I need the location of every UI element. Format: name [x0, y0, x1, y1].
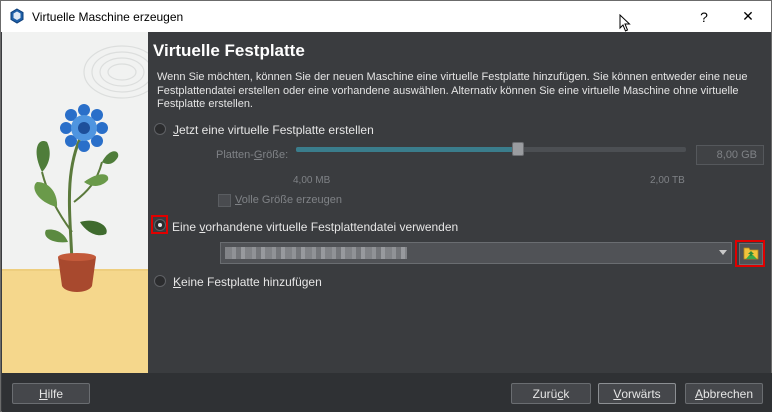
- disk-size-field[interactable]: 8,00 GB: [696, 145, 764, 165]
- existing-disk-select[interactable]: [220, 242, 732, 264]
- close-button[interactable]: ✕: [725, 1, 771, 32]
- use-existing-radio[interactable]: [154, 219, 166, 231]
- disk-size-label: Platten-Größe:: [216, 149, 289, 161]
- choose-file-folder-icon: [743, 246, 759, 263]
- cancel-button[interactable]: Abbrechen: [685, 383, 763, 404]
- full-size-checkbox[interactable]: [218, 194, 231, 207]
- obscured-file-path: [225, 247, 407, 259]
- chevron-down-icon: [719, 250, 727, 255]
- no-disk-radio[interactable]: [154, 275, 166, 287]
- no-disk-label[interactable]: Keine Festplatte hinzufügen: [173, 275, 322, 289]
- wizard-content: Virtuelle Festplatte Wenn Sie möchten, k…: [148, 32, 771, 373]
- create-disk-label[interactable]: Jetzt eine virtuelle Festplatte erstelle…: [173, 123, 374, 137]
- title-bar[interactable]: Virtuelle Maschine erzeugen ? ✕: [1, 1, 771, 32]
- create-disk-radio[interactable]: [154, 123, 166, 135]
- back-button[interactable]: Zurü c k: [511, 383, 591, 404]
- choose-file-button[interactable]: [739, 243, 763, 265]
- full-size-label[interactable]: Volle Größe erzeugen: [235, 194, 342, 206]
- next-button[interactable]: Vorwärts: [598, 383, 676, 404]
- use-existing-label[interactable]: Eine vorhandene virtuelle Festplattendat…: [172, 220, 458, 234]
- help-button[interactable]: Hilfe: [12, 383, 90, 404]
- slider-handle[interactable]: [512, 142, 525, 156]
- page-title: Virtuelle Festplatte: [153, 41, 305, 60]
- button-bar: Hilfe Zurü c k Vorwärts Abbrechen: [2, 373, 772, 412]
- intro-text: Wenn Sie möchten, können Sie der neuen M…: [157, 71, 748, 110]
- window-title: Virtuelle Maschine erzeugen: [32, 10, 184, 24]
- question-icon: ?: [700, 8, 708, 25]
- slider-min-label: 4,00 MB: [293, 175, 331, 186]
- virtualbox-icon: [9, 8, 25, 24]
- dialog-window: Virtuelle Maschine erzeugen ? ✕ Virtuell…: [0, 0, 772, 412]
- wizard-illustration: [2, 32, 148, 373]
- disk-size-slider[interactable]: [296, 147, 686, 152]
- slider-max-label: 2,00 TB: [650, 175, 685, 186]
- slider-fill: [296, 147, 519, 152]
- close-icon: ✕: [742, 8, 754, 24]
- help-title-button[interactable]: ?: [681, 1, 727, 32]
